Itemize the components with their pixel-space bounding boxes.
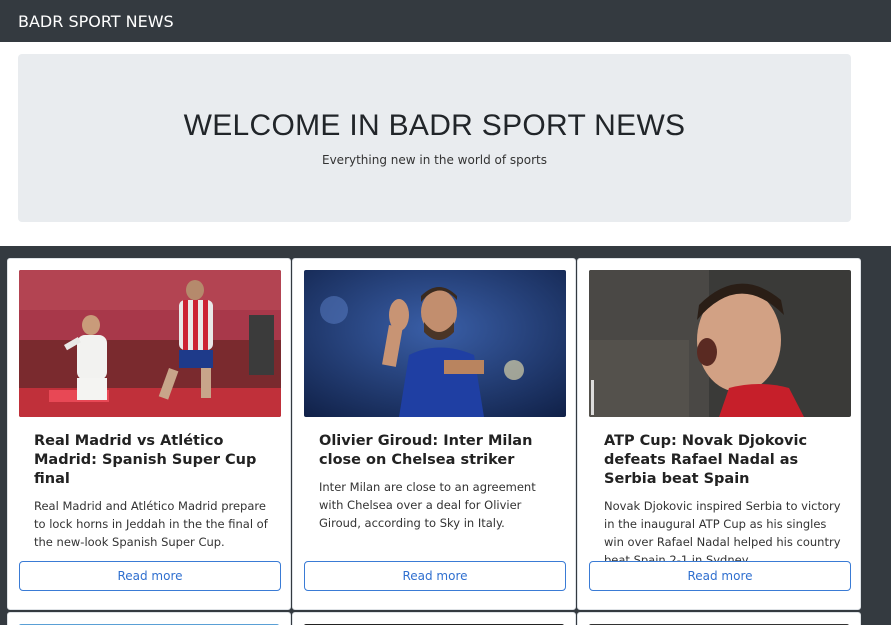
card-text: Real Madrid and Atlético Madrid prepare …	[34, 499, 268, 549]
navbar-brand[interactable]: BADR SPORT NEWS	[18, 12, 174, 31]
read-more-button[interactable]: Read more	[589, 561, 851, 591]
card-text: Novak Djokovic inspired Serbia to victor…	[604, 499, 841, 567]
news-card: Olivier Giroud: Inter Milan close on Che…	[292, 258, 576, 610]
jumbotron: WELCOME IN BADR SPORT NEWS Everything ne…	[18, 54, 851, 222]
navbar: BADR SPORT NEWS	[0, 0, 891, 42]
news-card: ATP Cup: Novak Djokovic defeats Rafael N…	[577, 258, 861, 610]
read-more-button[interactable]: Read more	[19, 561, 281, 591]
card-title: Real Madrid vs Atlético Madrid: Spanish …	[34, 433, 257, 487]
read-more-button[interactable]: Read more	[304, 561, 566, 591]
card-image-djokovic	[589, 270, 851, 417]
card-title: Olivier Giroud: Inter Milan close on Che…	[319, 433, 533, 468]
hero-subtitle: Everything new in the world of sports	[322, 153, 547, 167]
hero-title: WELCOME IN BADR SPORT NEWS	[183, 109, 686, 142]
card-image-giroud	[304, 270, 566, 417]
news-card-partial	[7, 612, 291, 625]
card-image-football	[19, 270, 281, 417]
news-card: Real Madrid vs Atlético Madrid: Spanish …	[7, 258, 291, 610]
news-card-partial	[577, 612, 861, 625]
news-cards-section: Real Madrid vs Atlético Madrid: Spanish …	[0, 246, 891, 625]
card-title: ATP Cup: Novak Djokovic defeats Rafael N…	[604, 433, 808, 487]
card-text: Inter Milan are close to an agreement wi…	[319, 480, 536, 530]
news-card-partial	[292, 612, 576, 625]
hero-section: WELCOME IN BADR SPORT NEWS Everything ne…	[0, 42, 891, 246]
next-cards-row	[7, 612, 891, 625]
